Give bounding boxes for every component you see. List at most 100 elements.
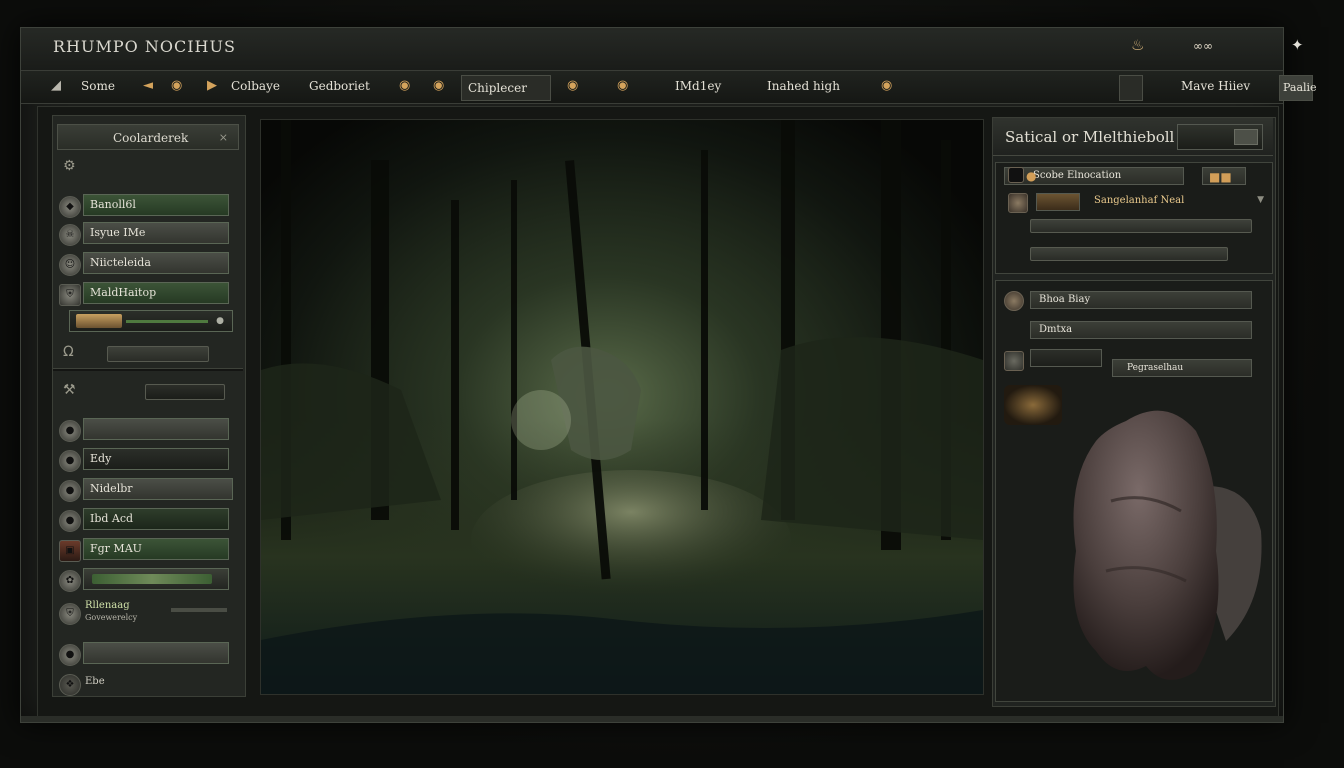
list-item[interactable]: ✿ [59,568,235,592]
bird-icon[interactable]: ◉ [617,78,628,93]
gem-icon: ◆ [59,196,81,218]
status-bar [21,716,1283,722]
progress-fill [92,574,212,584]
creature-icon[interactable]: ◉ [433,78,444,93]
menu-bar: ◢ Some ◄ ◉ ▶ Colbaye Gedboriet ◉ ◉ Chipl… [21,71,1317,104]
gold-badge[interactable]: ■■ [1202,167,1246,185]
small-bar[interactable] [145,384,225,400]
book-icon: ▣ [59,540,81,562]
menu-item-imd1ey[interactable]: IMd1ey [675,79,721,93]
inspect-row[interactable]: Dmtxa [1030,321,1252,339]
creature-icon[interactable] [1004,291,1024,311]
boots-icon[interactable]: ◄ [143,78,153,93]
section-row-accent[interactable]: Sangelanhaf Neal [1086,193,1250,211]
title-bar: RHUMPO NOCIHUS ♨ ∞∞ ✦ [21,28,1304,71]
list-item[interactable]: ☠ Isyue IMe [59,222,235,246]
list-item-label: Rllenaag [85,600,130,611]
list-item-label [83,418,229,440]
list-item[interactable]: ● Nidelbr [59,478,235,502]
list-item-label: Fgr MAU [83,538,229,560]
list-item[interactable]: ● [59,418,235,442]
list-item[interactable]: ☺ Niicteleida [59,252,235,276]
right-panel-title: Satical or Mlelthieboll [1005,128,1175,146]
horse-icon[interactable]: ◉ [881,78,892,93]
bullet-icon: ● [1026,169,1037,183]
coin-icon [76,314,122,328]
close-icon[interactable]: × [219,125,228,151]
list-item[interactable]: ◆ Banoll6l [59,194,235,218]
stat-bar [1030,219,1252,233]
chevron-down-icon[interactable]: ▼ [1257,195,1264,205]
list-item-label: Ibd Acd [83,508,229,530]
list-item[interactable]: ● [59,642,235,666]
forest-scene [261,120,983,694]
arrow-icon: ◢ [51,78,61,93]
divider [53,368,243,371]
orb-icon: ● [59,420,81,442]
list-item[interactable]: ⛨ MaldHaitop [59,282,235,306]
toggle-knob [1234,129,1258,145]
ring-icon[interactable]: Ω [63,344,74,360]
left-panel-header[interactable]: Coolarderek × [57,124,239,150]
slider-track [126,320,208,323]
chest-icon: ■■ [1209,170,1232,184]
lantern-icon[interactable] [1008,193,1028,213]
menu-item-mave-hiiev[interactable]: Mave Hiiev [1181,79,1250,93]
menu-item-inahed-high[interactable]: Inahed high [767,79,840,93]
wolf-icon[interactable]: ◉ [567,78,578,93]
shield-icon: ⛨ [59,284,81,306]
left-panel: Coolarderek × ⚙ ◆ Banoll6l ☠ Isyue IMe ☺… [52,115,246,697]
list-item[interactable]: ● Edy [59,448,235,472]
list-item[interactable]: ⛨ Rllenaag Govewerelcy [59,598,235,628]
inspect-section: Bhoa Biay Dmtxa Pegraselhau [995,280,1273,702]
list-item[interactable]: ❖ Ebe [59,672,235,696]
list-item-slider[interactable] [83,568,229,590]
right-panel-title-bar: Satical or Mlelthieboll [993,118,1273,156]
input-slot[interactable] [1030,349,1102,367]
list-item[interactable]: ● [59,310,235,334]
fish-icon[interactable]: ◉ [399,78,410,93]
beast-icon[interactable]: ◉ [171,78,182,93]
helmet-icon[interactable] [1004,385,1062,425]
pot-icon[interactable]: ♨ [1131,36,1144,54]
game-window: RHUMPO NOCIHUS ♨ ∞∞ ✦ ◢ Some ◄ ◉ ▶ Colba… [20,27,1317,723]
right-panel: Satical or Mlelthieboll Scobe Elnocation… [992,117,1276,707]
footer-label: Ebe [85,676,105,687]
list-item-label: Nidelbr [83,478,233,500]
list-item-label [83,642,229,664]
list-item-sublabel: Govewerelcy [85,613,138,622]
rune-icon: ❖ [59,674,81,696]
pick-icon[interactable]: ⚒ [63,382,76,398]
list-item[interactable]: ▣ Fgr MAU [59,538,235,562]
gear-icon[interactable]: ⚙ [63,158,76,174]
bag-icon[interactable] [1004,351,1024,371]
list-item[interactable]: ● Ibd Acd [59,508,235,532]
game-viewport[interactable] [260,119,984,695]
goggles-icon[interactable]: ∞∞ [1193,39,1213,53]
menu-item-paalie[interactable]: Paalie [1279,75,1317,101]
menu-item-colbaye[interactable]: Colbaye [231,79,280,93]
creature-model [1073,410,1262,680]
skull-icon: ☠ [59,224,81,246]
dragon-icon[interactable]: ✦ [1291,36,1304,54]
shield-icon: ⛨ [59,603,81,625]
orb-icon: ● [59,450,81,472]
list-item-label: Isyue IMe [83,222,229,244]
play-icon[interactable]: ▶ [207,78,217,93]
slider-knob[interactable]: ● [216,311,224,331]
inspect-row[interactable]: Bhoa Biay [1030,291,1252,309]
item-thumbnail[interactable] [1036,193,1080,211]
map-icon[interactable] [1119,75,1143,101]
toggle-button[interactable] [1177,124,1263,150]
orb-icon: ● [59,480,81,502]
menu-item-gedboriet[interactable]: Gedboriet [309,79,370,93]
menu-item-chiplecer[interactable]: Chiplecer [461,75,551,101]
slider-track[interactable] [171,608,227,612]
list-item-label: MaldHaitop [83,282,229,304]
inspect-row[interactable]: Pegraselhau [1112,359,1252,377]
list-item-slider[interactable]: ● [69,310,233,332]
checkbox-icon[interactable] [1008,167,1024,183]
menu-item-some[interactable]: Some [81,79,115,93]
list-item-label: Banoll6l [83,194,229,216]
small-bar[interactable] [107,346,209,362]
